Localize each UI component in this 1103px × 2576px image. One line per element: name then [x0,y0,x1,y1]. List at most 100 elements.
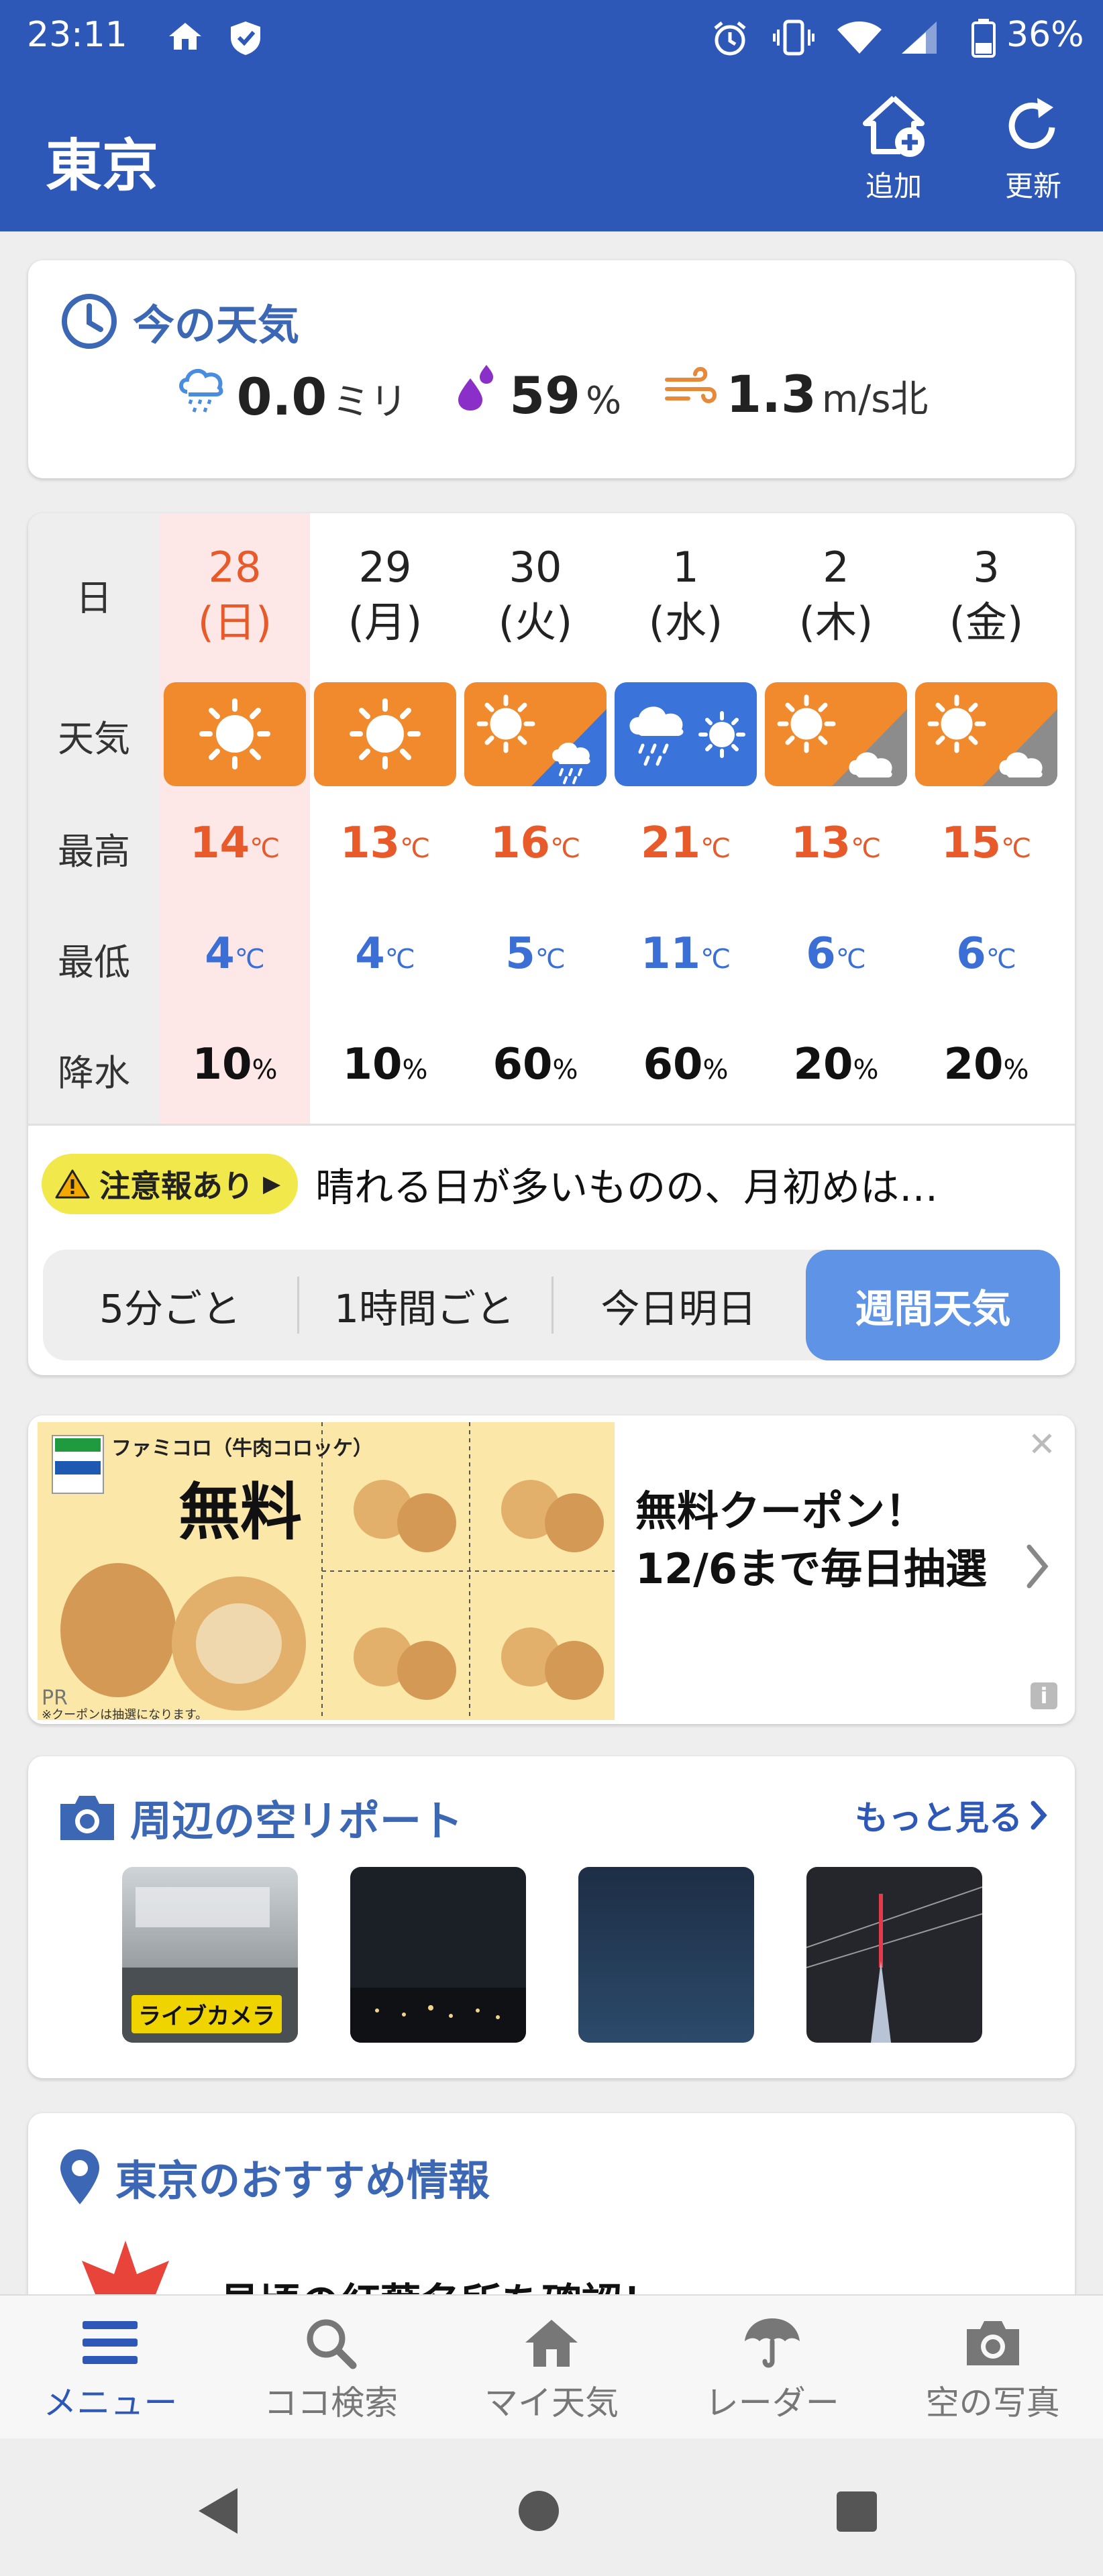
high-temp: 13℃ [340,818,430,868]
umbrella-icon [662,2316,882,2369]
rain-then-sunny-icon [615,682,757,786]
status-time: 23:11 [27,15,127,55]
row-label-rain: 降水 [58,1052,130,1094]
refresh-button[interactable]: 更新 [986,93,1080,220]
back-icon[interactable] [195,2485,242,2536]
nav-search-label: ココ検索 [264,2383,399,2422]
forecast-row-labels: 日 天気 最高 最低 降水 [28,513,160,1124]
humidity-value: 59 [509,366,580,425]
camera-icon [56,1792,118,1843]
high-temp: 21℃ [641,818,731,868]
nav-radar-label: レーダー [704,2383,839,2422]
menu-icon [0,2316,221,2369]
tab-weekly[interactable]: 週間天気 [806,1250,1060,1360]
add-label: 追加 [865,170,922,203]
high-temp: 14℃ [190,818,280,868]
sky-photo-thumb[interactable] [350,1867,526,2043]
rain-chance: 10% [192,1040,278,1089]
search-icon [221,2316,441,2369]
ad-note: ※クーポンは抽選になります。 [42,1708,208,1722]
rain-chance: 60% [643,1040,729,1089]
battery-percent: 36% [1006,15,1084,55]
forecast-tabs: 5分ごと 1時間ごと 今日明日 週間天気 [43,1250,1060,1360]
forecast-date: 29 (月) [348,543,423,647]
high-temp: 13℃ [791,818,881,868]
chevron-right-icon[interactable] [1024,1543,1051,1590]
forecast-day[interactable]: 2 (木) 13℃ 6℃ 20% [761,513,911,1124]
vibrate-status-icon [773,19,815,56]
sky-photo-thumb[interactable] [806,1867,982,2043]
sky-report-title: 周辺の空リポート [130,1796,464,1845]
sky-photo-thumb[interactable]: ライブカメラ [122,1867,298,2043]
ad-banner[interactable]: ファミコロ（牛肉コロッケ） 無料 PR ※クーポンは抽選になります。 無料クーポ… [28,1415,1075,1724]
forecast-day[interactable]: 28 (日) 14℃ 4℃ 10% [160,513,310,1124]
forecast-date: 2 (木) [798,543,874,647]
row-label-high: 最高 [58,830,130,873]
alarm-status-icon [710,19,750,59]
current-weather-card[interactable]: 今の天気 0.0 ミリ 59 % 1.3 m/s北 [28,260,1075,478]
sunny-then-cloudy-icon [915,682,1057,786]
home-status-icon [166,19,204,52]
weather-notice[interactable]: 注意報あり ▶ 晴れる日が多いものの、月初めは… [42,1154,938,1214]
warning-icon [55,1169,90,1199]
tab-today-tomorrow[interactable]: 今日明日 [552,1250,806,1360]
signal-status-icon [899,19,939,56]
sunny-icon [314,682,456,786]
sky-photo-thumb[interactable] [578,1867,754,2043]
high-temp: 15℃ [941,818,1031,868]
refresh-label: 更新 [1004,170,1061,203]
camera-icon [882,2316,1103,2369]
advisory-label: 注意報あり [99,1168,254,1204]
recommend-title: 東京のおすすめ情報 [115,2156,490,2205]
high-temp: 16℃ [490,818,580,868]
nav-radar[interactable]: レーダー [662,2296,882,2438]
divider [28,1124,1075,1126]
nav-search[interactable]: ココ検索 [221,2296,441,2438]
status-bar: 23:11 36% [0,0,1103,74]
forecast-day[interactable]: 3 (金) 15℃ 6℃ 20% [911,513,1061,1124]
forecast-date: 3 (金) [949,543,1024,647]
nav-my-weather[interactable]: マイ天気 [441,2296,662,2438]
shield-status-icon [227,19,264,56]
recents-icon[interactable] [835,2490,878,2533]
advisory-badge[interactable]: 注意報あり ▶ [42,1154,299,1214]
nav-my-weather-label: マイ天気 [484,2383,619,2422]
chevron-right-icon: ▶ [263,1171,281,1197]
row-label-day: 日 [76,577,112,619]
system-nav-bar [0,2438,1103,2576]
tab-5min[interactable]: 5分ごと [43,1250,297,1360]
nav-sky-photo[interactable]: 空の写真 [882,2296,1103,2438]
nav-menu[interactable]: メニュー [0,2296,221,2438]
sky-report-card: 周辺の空リポート もっと見る ライブカメラ [28,1756,1075,2078]
add-location-button[interactable]: 追加 [847,93,941,220]
sky-report-more-link[interactable]: もっと見る [855,1791,1048,1839]
low-temp: 6℃ [956,929,1016,979]
ad-image-free: 無料 [178,1477,303,1548]
clock-icon [60,292,118,350]
chevron-right-icon [1029,1799,1048,1831]
ad-image[interactable]: ファミコロ（牛肉コロッケ） 無料 [38,1422,615,1720]
current-weather-header: 今の天気 [60,291,299,352]
ad-line-1: 無料クーポン！ [635,1487,927,1536]
rain-chance: 20% [793,1040,879,1089]
ad-info-icon[interactable]: i [1031,1682,1057,1709]
home-circle-icon[interactable] [517,2489,561,2533]
rain-chance: 10% [342,1040,428,1089]
row-label-weather: 天気 [58,718,130,760]
tab-hourly[interactable]: 1時間ごと [297,1250,552,1360]
forecast-date: 30 (火) [498,543,573,647]
humidity-drops-icon [450,362,509,413]
forecast-summary[interactable]: 晴れる日が多いものの、月初めは… [315,1156,938,1212]
forecast-day[interactable]: 29 (月) 13℃ 4℃ 10% [310,513,460,1124]
forecast-day[interactable]: 30 (火) 16℃ 5℃ 60% [460,513,611,1124]
ad-copy[interactable]: 無料クーポン！ 12/6まで毎日抽選 [635,1483,987,1598]
ad-close-icon[interactable]: ✕ [1028,1425,1056,1464]
wind-value: 1.3 [726,364,817,424]
rain-chance: 20% [943,1040,1029,1089]
ad-image-title: ファミコロ（牛肉コロッケ） [111,1437,373,1460]
forecast-day[interactable]: 1 (水) 21℃ 11℃ 60% [611,513,761,1124]
low-temp: 11℃ [641,929,731,979]
sunny-icon [164,682,306,786]
precip-unit: ミリ [332,380,408,424]
precip-value: 0.0 [236,367,327,427]
